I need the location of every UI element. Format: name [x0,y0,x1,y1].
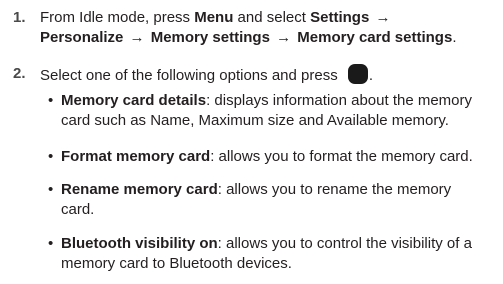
personalize-label: Personalize [40,29,124,46]
memory-card-settings-label: Memory card settings [297,29,453,46]
settings-label: Settings [310,9,370,26]
bullet-icon: • [48,92,54,109]
option-title: Rename memory card [61,181,218,198]
option-title: Format memory card [61,148,211,165]
step-line: From Idle mode, press Menu and select Se… [40,9,391,26]
arrow-icon: → [129,29,145,46]
step-text: From Idle mode, press Menu and select Se… [40,8,503,48]
step-number: 2. [13,65,26,82]
ok-key-icon [347,64,368,84]
bullet-icon: • [48,148,54,165]
step-number: 1. [13,9,26,26]
memory-settings-label: Memory settings [150,29,270,46]
menu-key-label: Menu [194,9,234,26]
arrow-icon: → [375,9,391,26]
bullet-icon: • [48,181,54,198]
option-title: Memory card details [61,92,207,109]
step-text: Select one of the following options and … [40,64,503,86]
bullet-icon: • [48,235,54,252]
step-line: Personalize → Memory settings → Memory c… [40,29,457,46]
arrow-icon: → [276,29,292,46]
option-title: Bluetooth visibility on [61,235,218,252]
